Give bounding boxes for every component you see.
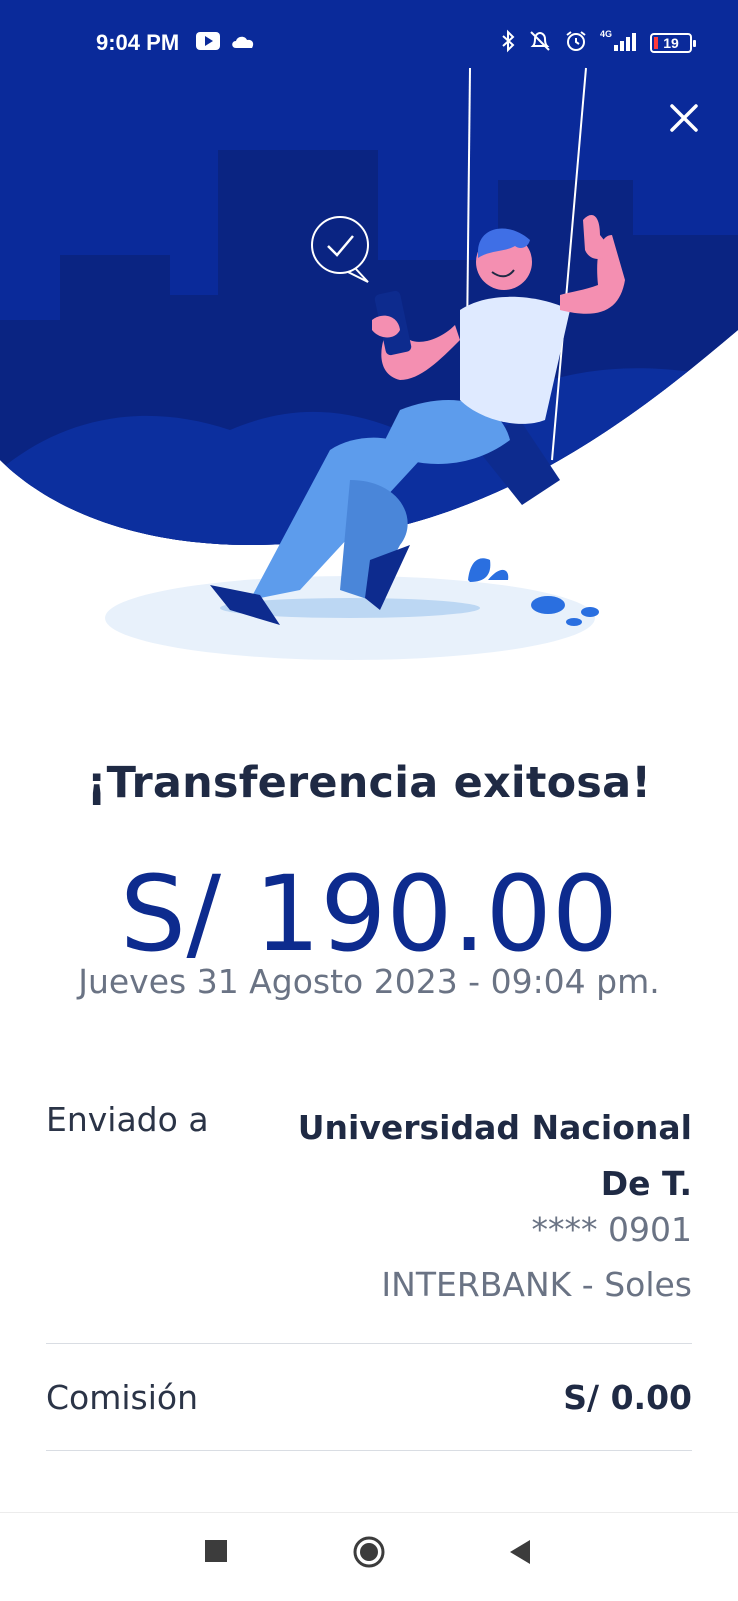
hero-illustration: [0, 0, 738, 700]
sent-to-label: Enviado a: [46, 1100, 209, 1139]
transfer-date: Jueves 31 Agosto 2023 - 09:04 pm.: [78, 962, 660, 1001]
transfer-amount: S/ 190.00: [119, 853, 618, 958]
bluetooth-icon: [500, 29, 516, 57]
alarm-icon: [564, 29, 588, 57]
recipient-name: Universidad Nacional De T.: [297, 1108, 692, 1203]
system-nav-bar: [0, 1512, 738, 1601]
cloud-icon: [230, 33, 256, 53]
status-bar: 9:04 PM 4G 19: [0, 0, 738, 90]
bank-currency: INTERBANK - Soles: [381, 1265, 692, 1304]
page-title: ¡Transferencia exitosa!: [86, 758, 652, 808]
bell-off-icon: [528, 29, 552, 57]
status-icons-right: 4G 19: [500, 29, 696, 57]
youtube-icon: [196, 32, 220, 54]
back-button[interactable]: [508, 1539, 532, 1569]
account-number: **** 0901: [531, 1210, 692, 1249]
status-icons-left: [196, 32, 256, 54]
close-icon: [670, 104, 698, 132]
square-icon: [205, 1540, 227, 1562]
battery-level: 19: [663, 35, 679, 51]
signal-4g-icon: 4G: [600, 29, 638, 57]
triangle-back-icon: [510, 1540, 530, 1564]
close-button[interactable]: [666, 100, 702, 136]
commission-value: S/ 0.00: [563, 1378, 692, 1417]
circle-icon: [353, 1536, 385, 1568]
battery-icon: 19: [650, 33, 696, 53]
commission-label: Comisión: [46, 1378, 199, 1417]
amount-container: S/ 190.00: [0, 850, 738, 958]
recent-apps-button[interactable]: [204, 1539, 228, 1567]
divider: [46, 1450, 692, 1451]
home-button[interactable]: [352, 1535, 386, 1573]
status-time: 9:04 PM: [96, 30, 180, 55]
svg-text:4G: 4G: [600, 29, 612, 39]
divider: [46, 1343, 692, 1344]
